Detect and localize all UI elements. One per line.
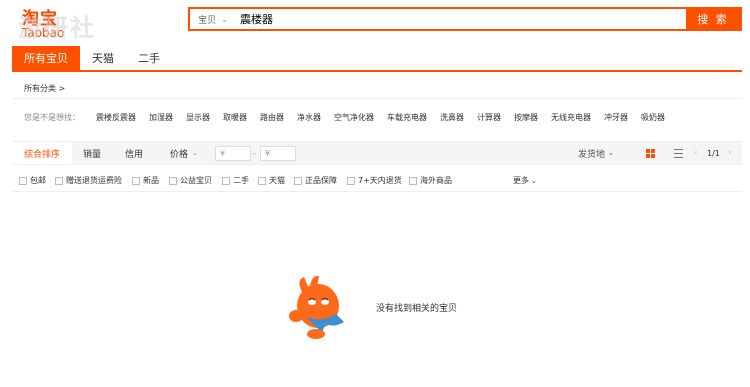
suggestion-link[interactable]: 震楼反震器 bbox=[96, 112, 136, 123]
filter-checkbox[interactable]: 新品 bbox=[132, 175, 159, 186]
next-page-icon[interactable]: › bbox=[728, 142, 732, 164]
sort-credit-button[interactable]: 信用 bbox=[125, 142, 143, 164]
tab-underline bbox=[12, 70, 742, 72]
filter-checkbox[interactable]: 二手 bbox=[222, 175, 249, 186]
chevron-down-icon: ⌄ bbox=[608, 149, 614, 157]
filter-label: 二手 bbox=[233, 176, 249, 185]
filter-checkbox[interactable]: 公益宝贝 bbox=[169, 175, 212, 186]
chevron-down-icon: ⌄ bbox=[221, 14, 228, 24]
suggestion-link[interactable]: 洗鼻器 bbox=[440, 112, 464, 123]
suggestion-link[interactable]: 净水器 bbox=[297, 112, 321, 123]
tab-tmall[interactable]: 天猫 bbox=[80, 46, 126, 70]
filter-label: 天猫 bbox=[269, 176, 285, 185]
grid-view-icon[interactable] bbox=[646, 149, 655, 158]
suggestion-link[interactable]: 路由器 bbox=[260, 112, 284, 123]
filter-checkbox[interactable]: 正品保障 bbox=[294, 175, 337, 186]
filter-row: 包邮 赠送退货运费险 新品 公益宝贝 二手 天猫 正品保障 7+天内退货 海外商… bbox=[12, 166, 742, 192]
filter-checkbox[interactable]: 7+天内退货 bbox=[347, 175, 402, 186]
suggestion-link[interactable]: 取暖器 bbox=[223, 112, 247, 123]
suggestion-link[interactable]: 计算器 bbox=[477, 112, 501, 123]
suggestion-link[interactable]: 加湿器 bbox=[149, 112, 173, 123]
filter-checkbox[interactable]: 天猫 bbox=[258, 175, 285, 186]
checkbox-icon bbox=[258, 176, 266, 185]
filter-label: 海外商品 bbox=[420, 176, 452, 185]
tab-secondhand[interactable]: 二手 bbox=[126, 46, 172, 70]
sort-default-button[interactable]: 综合排序 bbox=[12, 142, 73, 164]
filter-checkbox[interactable]: 包邮 bbox=[19, 175, 46, 186]
search-scope-dropdown[interactable]: 宝贝 ⌄ bbox=[190, 9, 236, 29]
more-filters-button[interactable]: 更多 ⌄ bbox=[513, 175, 537, 186]
filter-label: 公益宝贝 bbox=[180, 176, 212, 185]
suggestion-link[interactable]: 空气净化器 bbox=[334, 112, 374, 123]
filter-label: 正品保障 bbox=[305, 176, 337, 185]
suggestion-link[interactable]: 显示器 bbox=[186, 112, 210, 123]
filter-label: 赠送退货运费险 bbox=[66, 176, 122, 185]
price-range-dash: - bbox=[253, 148, 256, 158]
checkbox-icon bbox=[55, 176, 63, 185]
search-input[interactable] bbox=[236, 9, 686, 29]
checkbox-icon bbox=[19, 176, 27, 185]
filter-checkbox[interactable]: 海外商品 bbox=[409, 175, 452, 186]
checkbox-icon bbox=[169, 176, 177, 185]
all-categories-link[interactable]: 所有分类 > bbox=[24, 83, 65, 94]
prev-page-icon[interactable]: ‹ bbox=[694, 142, 698, 164]
empty-result-message: 没有找到相关的宝贝 bbox=[376, 304, 458, 314]
ship-from-dropdown[interactable]: 发货地 ⌄ bbox=[578, 142, 614, 164]
suggestions-label: 您是不是想找： bbox=[24, 113, 80, 122]
checkbox-icon bbox=[294, 176, 302, 185]
checkbox-icon bbox=[409, 176, 417, 185]
filter-label: 新品 bbox=[143, 176, 159, 185]
suggestions-row: 您是不是想找： 震楼反震器 加湿器 显示器 取暖器 路由器 净水器 空气净化器 … bbox=[24, 112, 678, 123]
sort-price-label: 价格 bbox=[170, 149, 189, 160]
filter-checkbox[interactable]: 赠送退货运费险 bbox=[55, 175, 122, 186]
search-scope-label: 宝贝 bbox=[198, 15, 217, 26]
list-view-icon[interactable] bbox=[674, 149, 683, 158]
more-filters-label: 更多 bbox=[513, 176, 529, 185]
checkbox-icon bbox=[222, 176, 230, 185]
price-max-input[interactable]: ¥ bbox=[260, 146, 296, 161]
divider bbox=[12, 98, 742, 99]
tab-all[interactable]: 所有宝贝 bbox=[12, 46, 80, 70]
search-tabs: 所有宝贝 天猫 二手 bbox=[12, 46, 172, 70]
filter-label: 7+天内退货 bbox=[358, 176, 402, 185]
search-button[interactable]: 搜 索 bbox=[686, 9, 740, 29]
filter-label: 包邮 bbox=[30, 176, 46, 185]
page-indicator: 1/1 bbox=[707, 148, 720, 158]
price-min-input[interactable]: ¥ bbox=[215, 146, 251, 161]
suggestion-link[interactable]: 冲牙器 bbox=[604, 112, 628, 123]
chevron-down-icon: ⌄ bbox=[192, 149, 198, 157]
sort-toolbar: 综合排序 销量 信用 价格 ⌄ ¥ - ¥ 发货地 ⌄ ‹ 1/1 › bbox=[12, 141, 742, 165]
taobao-mascot-image bbox=[289, 275, 344, 339]
suggestion-link[interactable]: 车载充电器 bbox=[387, 112, 427, 123]
checkbox-icon bbox=[347, 176, 355, 185]
watermark: 游研社 bbox=[18, 14, 96, 42]
ship-from-label: 发货地 bbox=[578, 149, 606, 160]
search-bar: 宝贝 ⌄ 搜 索 bbox=[188, 7, 742, 31]
checkbox-icon bbox=[132, 176, 140, 185]
suggestion-link[interactable]: 吸奶器 bbox=[641, 112, 665, 123]
sort-sales-button[interactable]: 销量 bbox=[83, 142, 101, 164]
suggestion-link[interactable]: 无线充电器 bbox=[551, 112, 591, 123]
chevron-down-icon: ⌄ bbox=[531, 176, 537, 185]
sort-price-button[interactable]: 价格 ⌄ bbox=[170, 142, 198, 164]
suggestion-link[interactable]: 按摩器 bbox=[514, 112, 538, 123]
